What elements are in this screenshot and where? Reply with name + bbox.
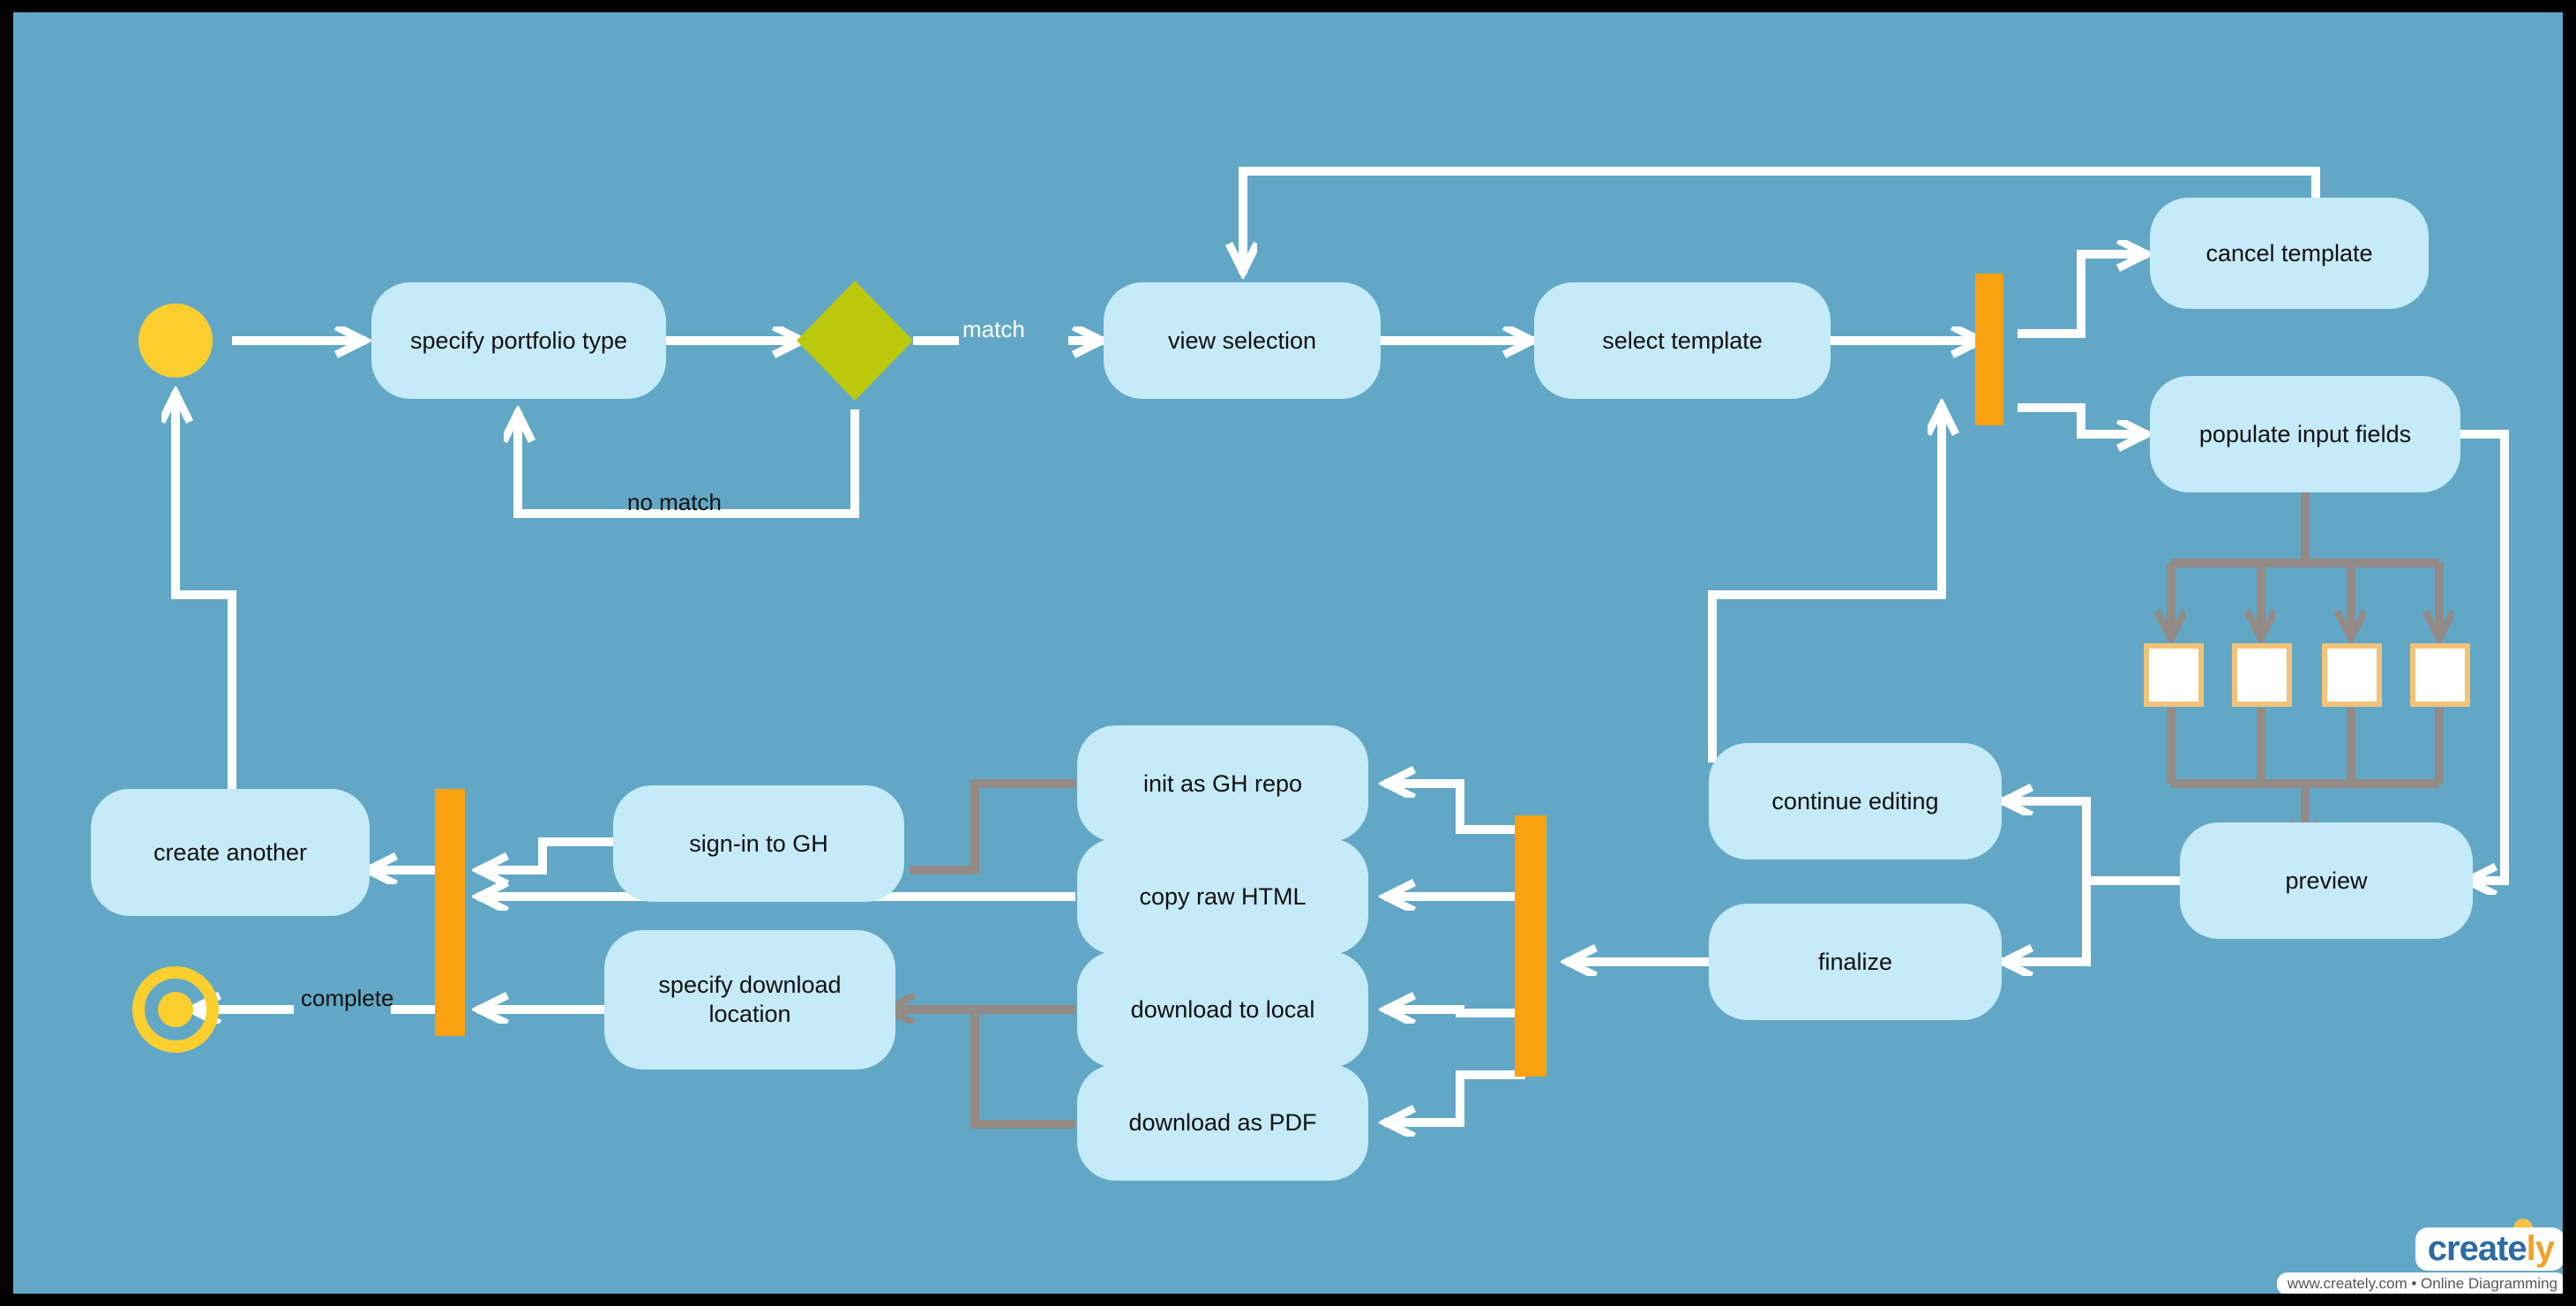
fork-export — [1515, 815, 1546, 1077]
creately-logo: create ly — [2415, 1227, 2563, 1271]
action-view-selection — [1104, 282, 1381, 399]
edge-label-no-match: no match — [627, 489, 722, 515]
action-populate-input-fields — [2150, 376, 2460, 492]
object-node-field-3 — [2322, 643, 2382, 707]
join-left — [435, 789, 465, 1036]
action-select-template — [1534, 282, 1831, 399]
action-specify-download-location — [604, 930, 895, 1070]
action-finalize — [1709, 904, 2002, 1020]
action-sign-in-to-gh — [613, 785, 904, 902]
creately-brand-part1: create — [2427, 1229, 2527, 1268]
action-copy-raw-html — [1077, 838, 1368, 955]
creately-watermark: create ly www.creately.com • Online Diag… — [2276, 1211, 2563, 1294]
decision-node — [797, 281, 913, 401]
action-download-as-pdf — [1077, 1064, 1368, 1181]
action-preview — [2180, 822, 2473, 939]
creately-tagline: www.creately.com • Online Diagramming — [2276, 1272, 2563, 1294]
action-cancel-template — [2150, 198, 2429, 309]
edge-label-match: match — [962, 316, 1025, 342]
creately-brand-part2: ly — [2526, 1229, 2555, 1268]
action-download-to-local — [1077, 951, 1368, 1068]
object-node-field-2 — [2232, 643, 2292, 707]
diagram-connectors — [91, 167, 2509, 1181]
object-node-field-1 — [2144, 643, 2204, 707]
action-continue-editing — [1709, 743, 2002, 859]
start-node — [139, 304, 213, 378]
action-create-another — [91, 789, 370, 916]
action-specify-portfolio-type — [371, 282, 666, 399]
action-init-as-gh-repo — [1077, 725, 1368, 842]
object-node-field-4 — [2410, 643, 2470, 707]
edge-label-complete: complete — [301, 985, 394, 1011]
diagram-canvas: specify portfolio type view selection se… — [13, 12, 2563, 1294]
fork-template — [1975, 274, 2003, 425]
